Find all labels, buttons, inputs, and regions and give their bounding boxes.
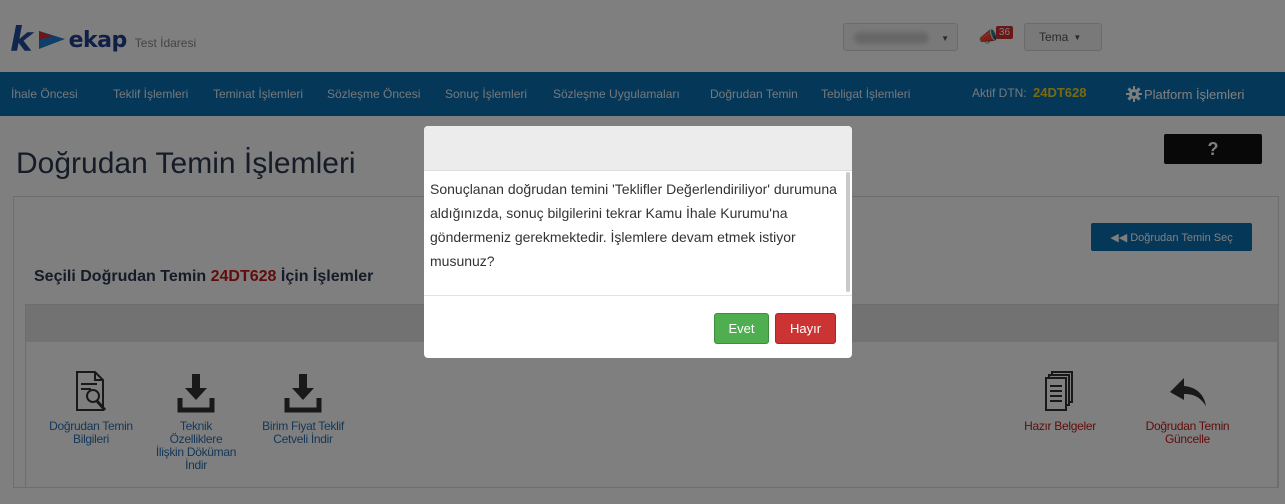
confirm-dialog: Sonuçlanan doğrudan temini 'Teklifler De… [424, 126, 852, 358]
no-button[interactable]: Hayır [775, 313, 836, 344]
dialog-header [424, 126, 852, 171]
dialog-message: Sonuçlanan doğrudan temini 'Teklifler De… [430, 181, 837, 269]
dialog-scrollbar[interactable] [846, 172, 850, 292]
yes-button[interactable]: Evet [714, 313, 769, 344]
dialog-footer: Evet Hayır [424, 295, 852, 358]
